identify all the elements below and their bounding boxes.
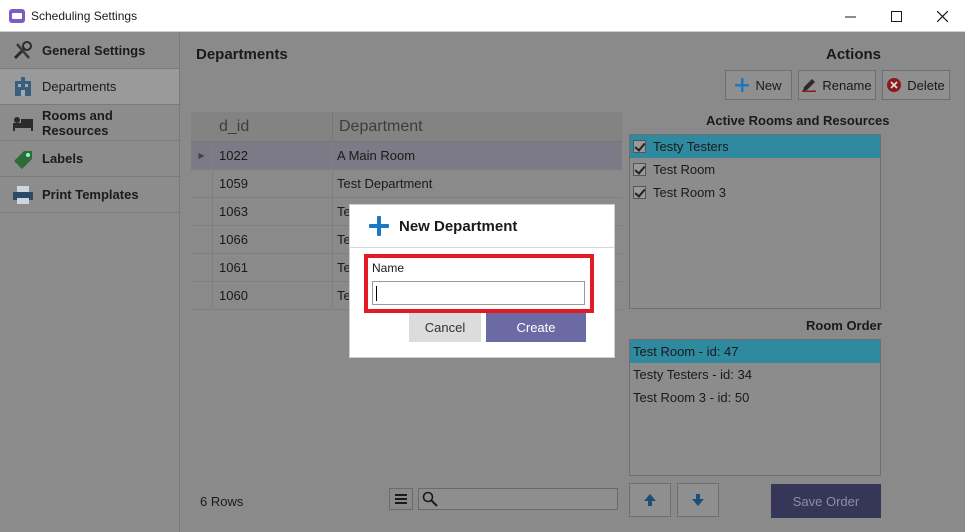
sidebar-item-label: General Settings [42,43,146,58]
text-caret [376,286,377,301]
save-order-button[interactable]: Save Order [771,484,881,518]
room-label: Test Room 3 [653,185,726,200]
rename-button[interactable]: Rename [798,70,876,100]
window-title: Scheduling Settings [31,8,138,23]
app-icon [9,8,25,23]
cancel-button[interactable]: Cancel [409,313,481,342]
row-header [191,254,213,281]
column-header-department[interactable]: Department [333,112,622,142]
delete-circle-icon [887,78,902,92]
plus-icon [368,215,390,237]
tag-icon [12,149,34,169]
sidebar-item-labels[interactable]: Labels [0,141,179,177]
row-header [191,226,213,253]
sidebar-item-departments[interactable]: Departments [0,69,179,105]
column-chooser-button[interactable] [389,488,413,510]
building-icon [12,76,34,97]
menu-icon [395,494,407,504]
delete-button-label: Delete [907,77,945,93]
plus-icon [735,78,750,92]
name-input[interactable] [372,281,585,305]
new-button-label: New [755,77,782,93]
row-header-corner [191,112,213,142]
dialog-header: New Department [350,205,614,248]
actions-title: Actions [826,46,882,63]
printer-icon [12,185,34,205]
cell-d-id: 1059 [213,170,333,197]
list-item[interactable]: Test Room - id: 47 [630,340,880,363]
arrow-down-icon [692,494,704,506]
column-header-d-id[interactable]: d_id [213,112,333,142]
sidebar-item-label: Rooms and Resources [42,107,113,138]
maximize-icon [890,10,902,22]
close-button[interactable] [919,0,965,32]
row-count: 6 Rows [200,494,244,509]
sidebar-item-label: Departments [42,79,117,94]
cell-d-id: 1061 [213,254,333,281]
table-row[interactable]: 1059 Test Department [191,170,622,198]
delete-button[interactable]: Delete [882,70,950,100]
minimize-button[interactable] [827,0,873,32]
active-rooms-title: Active Rooms and Resources [706,113,890,128]
cell-department: Test Department [337,176,433,191]
departments-title: Departments [196,46,288,63]
list-item[interactable]: Test Room 3 - id: 50 [630,386,880,409]
search-input[interactable] [418,488,618,510]
cell-d-id: 1063 [213,198,333,225]
bed-icon [12,113,34,133]
name-label: Name [372,261,405,275]
table-header: d_id Department [191,112,622,142]
sidebar-item-label: Print Templates [42,187,139,202]
sidebar-item-general-settings[interactable]: General Settings [0,33,179,69]
sidebar-item-label: Labels [42,151,84,166]
tools-icon [12,40,34,61]
settings-sidebar: General Settings Departments Rooms and R… [0,33,180,532]
pencil-icon [802,79,817,92]
room-order-list: Test Room - id: 47 Testy Testers - id: 3… [629,339,881,476]
cell-d-id: 1060 [213,282,333,309]
dialog-title: New Department [399,217,518,235]
row-header [191,282,213,309]
list-item[interactable]: Testy Testers - id: 34 [630,363,880,386]
checkbox[interactable] [633,140,646,153]
new-department-dialog: New Department Name Cancel Create [349,204,615,358]
rename-button-label: Rename [822,77,872,93]
list-item[interactable]: Test Room 3 [630,181,880,204]
title-bar: Scheduling Settings [0,0,965,32]
search-icon [422,491,438,510]
new-button[interactable]: New [725,70,792,100]
sidebar-item-print-templates[interactable]: Print Templates [0,177,179,213]
table-row[interactable]: ▶ 1022 A Main Room [191,142,622,170]
row-selector-arrow-icon: ▶ [191,142,213,169]
create-button[interactable]: Create [486,313,586,342]
checkbox[interactable] [633,163,646,176]
active-rooms-list: Testy Testers Test Room Test Room 3 [629,134,881,309]
minimize-icon [844,16,856,17]
cell-d-id: 1066 [213,226,333,253]
arrow-up-icon [644,494,656,506]
room-order-title: Room Order [806,318,882,333]
checkbox[interactable] [633,186,646,199]
move-up-button[interactable] [629,483,671,517]
room-label: Test Room [653,162,716,177]
move-down-button[interactable] [677,483,719,517]
maximize-button[interactable] [873,0,919,32]
list-item[interactable]: Testy Testers [630,135,880,158]
cell-d-id: 1022 [213,142,333,169]
close-icon [936,10,948,22]
row-header [191,170,213,197]
cell-department: A Main Room [337,148,416,163]
sidebar-item-rooms-and-resources[interactable]: Rooms and Resources [0,105,179,141]
row-header [191,198,213,225]
list-item[interactable]: Test Room [630,158,880,181]
room-label: Testy Testers [653,139,729,154]
